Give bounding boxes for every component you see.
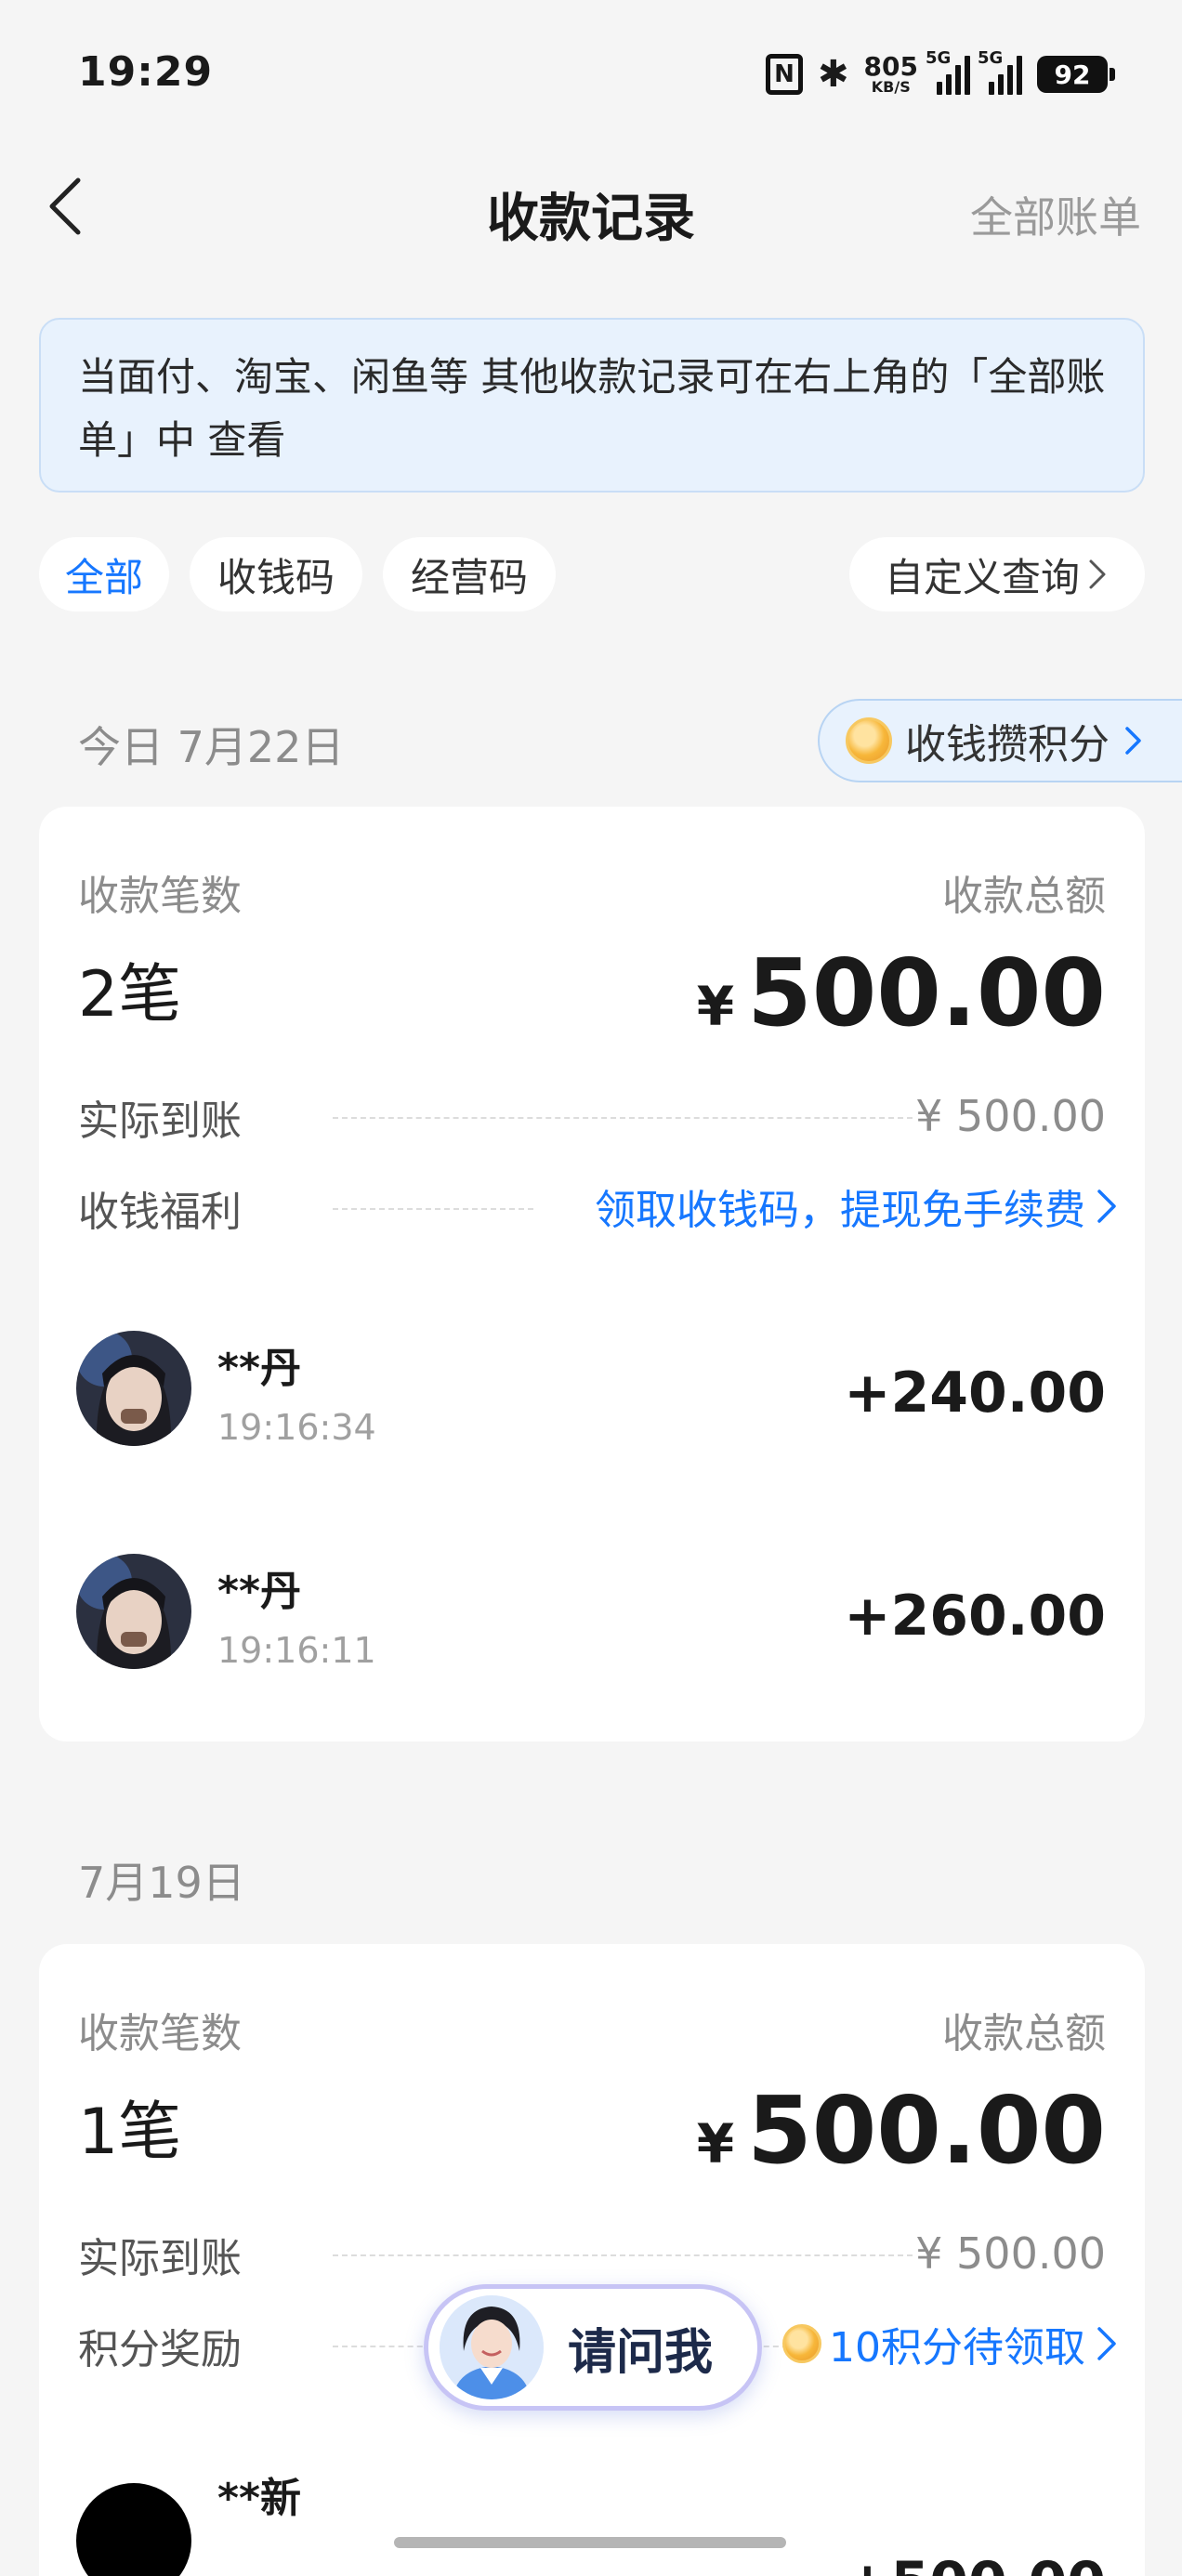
transaction-count: 2笔 — [78, 958, 182, 1032]
points-reward-link[interactable]: 10积分待领取 — [782, 2314, 1121, 2373]
signal-icon-2: 5G — [978, 48, 1022, 95]
filter-chip-business-code[interactable]: 经营码 — [383, 537, 556, 611]
transaction-time: 19:16:11 — [217, 1630, 376, 1671]
assistant-avatar — [440, 2295, 544, 2399]
payer-name: **新 — [217, 2475, 302, 2522]
chevron-right-icon — [1097, 1189, 1116, 1223]
benefit-link[interactable]: 领取收钱码，提现免手续费 — [595, 1176, 1121, 1236]
transaction-amount: +240.00 — [844, 1360, 1106, 1426]
actual-received-value: ¥ 500.00 — [915, 2228, 1106, 2279]
total-label: 收款总额 — [942, 873, 1106, 920]
payer-name: **丹 — [217, 1568, 302, 1615]
ask-assistant-button[interactable]: 请问我 — [424, 2284, 762, 2411]
transaction-time: 19:16:34 — [217, 1407, 376, 1448]
section-date: 7月19日 — [78, 1858, 245, 1908]
custom-query-label: 自定义查询 — [884, 554, 1080, 600]
avatar — [76, 2483, 191, 2576]
total-amount: ¥500.00 — [697, 939, 1106, 1047]
actual-received-label: 实际到账 — [78, 2235, 242, 2282]
notice-banner: 当面付、淘宝、闲鱼等 其他收款记录可在右上角的「全部账单」中 查看 — [39, 318, 1145, 493]
chevron-right-icon — [1097, 2327, 1116, 2360]
total-amount: ¥500.00 — [697, 2076, 1106, 2185]
coin-icon — [782, 2324, 821, 2363]
battery-icon: 92 — [1037, 56, 1108, 93]
payer-name: **丹 — [217, 1345, 302, 1392]
home-indicator[interactable] — [394, 2537, 786, 2548]
status-time: 19:29 — [78, 48, 214, 96]
earn-points-button[interactable]: 收钱攒积分 — [818, 699, 1182, 782]
avatar — [76, 1554, 191, 1669]
total-amount-value: 500.00 — [747, 2076, 1106, 2185]
count-label: 收款笔数 — [78, 873, 242, 920]
chevron-right-icon — [1089, 559, 1106, 589]
network-speed: 805 KB/S — [864, 54, 918, 95]
bluetooth-icon: ✱ — [818, 53, 849, 96]
transaction-count: 1笔 — [78, 2096, 182, 2169]
total-label: 收款总额 — [942, 2010, 1106, 2057]
filter-chip-all[interactable]: 全部 — [39, 537, 169, 611]
coin-icon — [846, 717, 892, 764]
benefit-label: 收钱福利 — [78, 1189, 242, 1236]
transaction-amount: +260.00 — [844, 1584, 1106, 1649]
signal-icon: 5G — [926, 48, 970, 95]
total-amount-value: 500.00 — [747, 939, 1106, 1047]
transaction-row[interactable]: **新 +500.00 — [39, 2464, 1145, 2576]
points-reward-label: 积分奖励 — [78, 2326, 242, 2373]
network-speed-value: 805 — [863, 51, 918, 82]
ask-assistant-label: 请问我 — [568, 2324, 714, 2381]
earn-points-label: 收钱攒积分 — [905, 721, 1110, 769]
currency-symbol: ¥ — [696, 2112, 735, 2175]
sim1-label: 5G — [926, 48, 952, 68]
actual-received-label: 实际到账 — [78, 1097, 242, 1145]
avatar — [76, 1331, 191, 1446]
count-label: 收款笔数 — [78, 2010, 242, 2057]
transaction-amount: +500.00 — [844, 2550, 1106, 2576]
benefit-link-label: 领取收钱码，提现免手续费 — [595, 1187, 1085, 1234]
summary-card: 收款笔数 收款总额 2笔 ¥500.00 实际到账 ¥ 500.00 收钱福利 … — [39, 807, 1145, 1741]
filter-chip-qr-code[interactable]: 收钱码 — [190, 537, 362, 611]
status-icons: N ✱ 805 KB/S 5G 5G 92 — [766, 48, 1115, 97]
transaction-row[interactable]: **丹 19:16:34 +240.00 — [39, 1327, 1145, 1494]
all-bills-link[interactable]: 全部账单 — [970, 184, 1141, 245]
divider — [333, 1208, 533, 1210]
summary-card: 收款笔数 收款总额 1笔 ¥500.00 实际到账 ¥ 500.00 积分奖励 … — [39, 1944, 1145, 2576]
points-reward-link-label: 10积分待领取 — [829, 2324, 1085, 2372]
currency-symbol: ¥ — [696, 975, 735, 1038]
battery-tip — [1110, 68, 1115, 81]
transaction-row[interactable]: **丹 19:16:11 +260.00 — [39, 1550, 1145, 1717]
divider — [333, 2254, 913, 2256]
sim2-label: 5G — [978, 48, 1004, 68]
chevron-right-icon — [1125, 727, 1141, 755]
section-date: 今日 7月22日 — [78, 722, 345, 772]
network-speed-unit: KB/S — [871, 78, 911, 96]
nfc-icon: N — [766, 54, 804, 95]
actual-received-value: ¥ 500.00 — [915, 1091, 1106, 1141]
custom-query-button[interactable]: 自定义查询 — [849, 537, 1145, 611]
divider — [333, 1117, 913, 1119]
